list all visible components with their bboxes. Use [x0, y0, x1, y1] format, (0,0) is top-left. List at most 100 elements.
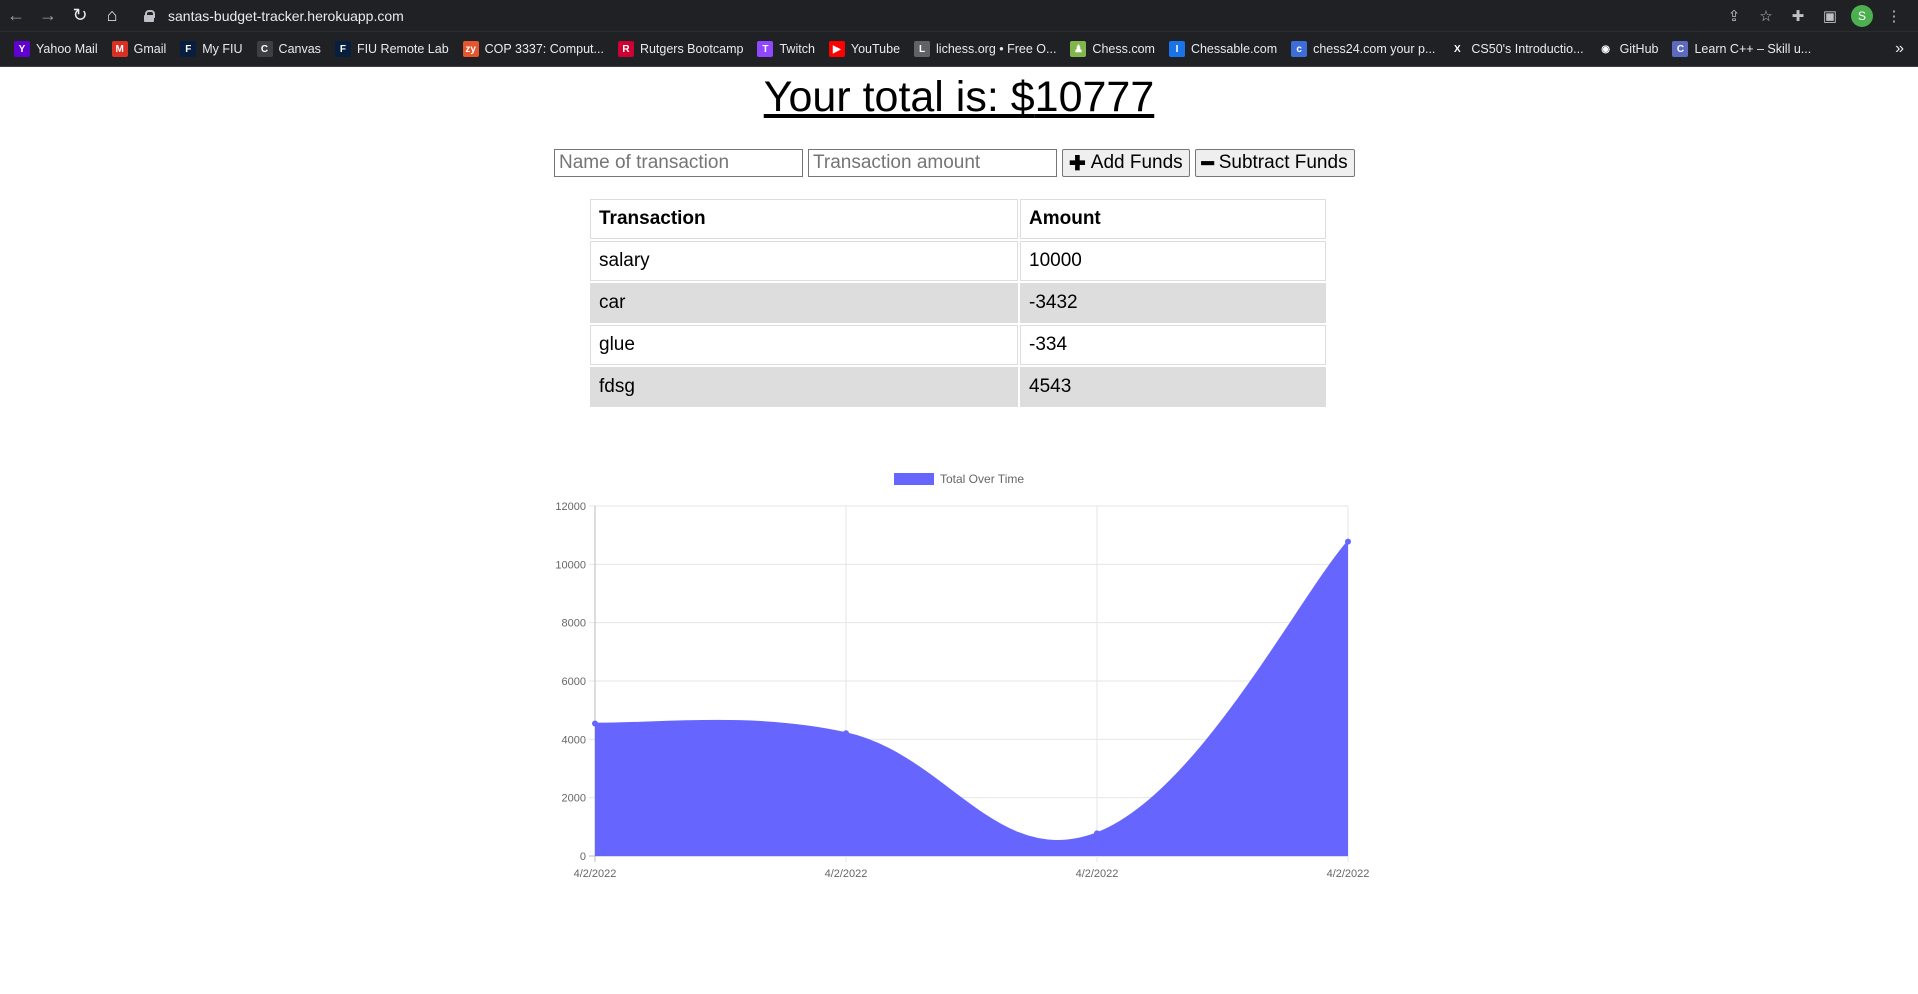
- transaction-amount-input[interactable]: [808, 149, 1057, 177]
- bookmark-label: Chessable.com: [1190, 42, 1278, 56]
- bookmarks-more-icon[interactable]: »: [1895, 40, 1918, 58]
- bookmark-item[interactable]: F FIU Remote Lab: [329, 35, 457, 63]
- x-tick-label: 4/2/2022: [574, 868, 617, 880]
- extensions-icon[interactable]: ✚: [1782, 0, 1814, 31]
- star-icon[interactable]: ☆: [1750, 0, 1782, 31]
- subtract-funds-label: Subtract Funds: [1218, 152, 1348, 173]
- reload-icon[interactable]: ↻: [64, 0, 96, 31]
- column-header-amount: Amount: [1020, 199, 1326, 239]
- bookmark-item[interactable]: M Gmail: [106, 35, 175, 63]
- y-tick-label: 4000: [562, 734, 586, 746]
- series-area-total-over-time: [595, 541, 1348, 856]
- transactions-table: Transaction Amount salary 10000 car -343…: [588, 197, 1328, 409]
- bookmark-favicon-icon: F: [334, 41, 351, 57]
- transaction-name-input[interactable]: [554, 149, 803, 177]
- forward-icon[interactable]: →: [32, 0, 64, 31]
- add-funds-button[interactable]: ✚ Add Funds: [1062, 149, 1190, 177]
- transaction-amount-cell: -334: [1020, 325, 1326, 365]
- bookmark-item[interactable]: Y Yahoo Mail: [8, 35, 106, 63]
- bookmark-favicon-icon: ▶: [828, 41, 845, 57]
- total-label: Your total is: $: [763, 73, 1035, 121]
- bookmark-item[interactable]: c chess24.com your p...: [1285, 35, 1443, 63]
- bookmark-favicon-icon: C: [256, 41, 273, 57]
- transaction-amount-cell: 10000: [1020, 241, 1326, 281]
- lock-icon: [144, 9, 155, 22]
- bookmark-label: Rutgers Bootcamp: [639, 42, 744, 56]
- transaction-name-cell: fdsg: [590, 367, 1018, 407]
- bookmarks-bar: Y Yahoo Mail M Gmail F My FIU C Canvas F FIU Remo…: [0, 31, 1918, 67]
- bookmark-label: Yahoo Mail: [36, 42, 98, 56]
- sidepanel-icon[interactable]: ▣: [1814, 0, 1846, 31]
- bookmark-favicon-icon: R: [617, 41, 634, 57]
- bookmark-favicon-icon: I: [1168, 41, 1185, 57]
- bookmark-item[interactable]: Llichess.org • Free O...: [908, 35, 1064, 63]
- plus-icon: ✚: [1069, 152, 1086, 175]
- minus-icon: ━: [1201, 152, 1214, 175]
- bookmark-favicon-icon: c: [1291, 41, 1308, 57]
- menu-icon[interactable]: ⋮: [1878, 0, 1910, 31]
- bookmark-favicon-icon: ◉: [1597, 41, 1614, 57]
- transaction-amount-cell: 4543: [1020, 367, 1326, 407]
- bookmark-item[interactable]: I Chessable.com: [1163, 35, 1285, 63]
- bookmark-label: lichess.org • Free O...: [936, 42, 1057, 56]
- table-row: glue -334: [590, 325, 1326, 365]
- transaction-name-cell: salary: [590, 241, 1018, 281]
- y-tick-label: 6000: [562, 676, 586, 688]
- table-row: salary 10000: [590, 241, 1326, 281]
- total-over-time-chart: 0 2000 4000 6000 8000 10000 12000 4/2/2022 4/2/2…: [540, 467, 1380, 897]
- bookmark-favicon-icon: C: [1672, 41, 1689, 57]
- bookmark-item[interactable]: zy COP 3337: Comput...: [457, 35, 612, 63]
- share-icon[interactable]: ⇪: [1718, 0, 1750, 31]
- bookmark-label: Canvas: [278, 42, 321, 56]
- bookmark-label: Learn C++ – Skill u...: [1694, 42, 1812, 56]
- x-tick-label: 4/2/2022: [1076, 868, 1119, 880]
- transaction-form: ✚Add Funds ━Subtract Funds: [554, 149, 1355, 177]
- data-point: [1094, 830, 1100, 837]
- bookmark-label: FIU Remote Lab: [356, 42, 449, 56]
- url-text: santas-budget-tracker.herokuapp.com: [168, 7, 404, 24]
- bookmark-item[interactable]: C Learn C++ – Skill u...: [1666, 35, 1819, 63]
- bookmark-label: Gmail: [133, 42, 167, 56]
- add-funds-label: Add Funds: [1090, 152, 1183, 173]
- browser-toolbar: ← → ↻ ⌂ santas-budget-tracker.herokuapp.…: [0, 0, 1918, 31]
- budget-page: Your total is: $10777 ✚Add Funds ━Subtra…: [0, 67, 1918, 994]
- table-header-row: Transaction Amount: [590, 199, 1326, 239]
- column-header-transaction: Transaction: [590, 199, 1018, 239]
- home-icon[interactable]: ⌂: [96, 0, 128, 31]
- data-point: [592, 720, 598, 727]
- bookmark-item[interactable]: X CS50's Introductio...: [1443, 35, 1591, 63]
- bookmark-favicon-icon: F: [180, 41, 197, 57]
- y-tick-label: 8000: [562, 618, 586, 630]
- bookmark-label: GitHub: [1619, 42, 1659, 56]
- x-tick-label: 4/2/2022: [1327, 868, 1370, 880]
- bookmark-favicon-icon: M: [111, 41, 128, 57]
- bookmark-favicon-icon: L: [914, 41, 931, 57]
- bookmark-item[interactable]: ▶ YouTube: [823, 35, 908, 63]
- bookmark-item[interactable]: ♟ Chess.com: [1064, 35, 1163, 63]
- bookmark-label: Twitch: [779, 42, 815, 56]
- bookmark-label: CS50's Introductio...: [1471, 42, 1584, 56]
- transaction-name-cell: car: [590, 283, 1018, 323]
- bookmark-item[interactable]: T Twitch: [751, 35, 822, 63]
- bookmark-favicon-icon: ♟: [1070, 41, 1087, 57]
- subtract-funds-button[interactable]: ━ Subtract Funds: [1194, 149, 1355, 177]
- bookmark-item[interactable]: ◉ GitHub: [1592, 35, 1667, 63]
- address-bar[interactable]: santas-budget-tracker.herokuapp.com: [134, 2, 1706, 29]
- bookmark-label: My FIU: [202, 42, 243, 56]
- back-icon[interactable]: ←: [0, 0, 32, 31]
- profile-avatar[interactable]: S: [1846, 0, 1878, 31]
- bookmark-label: chess24.com your p...: [1313, 42, 1436, 56]
- y-tick-label: 12000: [555, 501, 586, 513]
- bookmark-item[interactable]: F My FIU: [174, 35, 250, 63]
- table-row: fdsg 4543: [590, 367, 1326, 407]
- bookmark-item[interactable]: C Canvas: [251, 35, 329, 63]
- legend-swatch: [894, 473, 934, 485]
- y-tick-label: 0: [580, 851, 586, 863]
- transaction-name-cell: glue: [590, 325, 1018, 365]
- transaction-amount-cell: -3432: [1020, 283, 1326, 323]
- x-tick-label: 4/2/2022: [825, 868, 868, 880]
- legend-label: Total Over Time: [940, 472, 1024, 486]
- bookmark-favicon-icon: T: [757, 41, 774, 57]
- data-point: [1345, 538, 1351, 545]
- bookmark-item[interactable]: R Rutgers Bootcamp: [612, 35, 752, 63]
